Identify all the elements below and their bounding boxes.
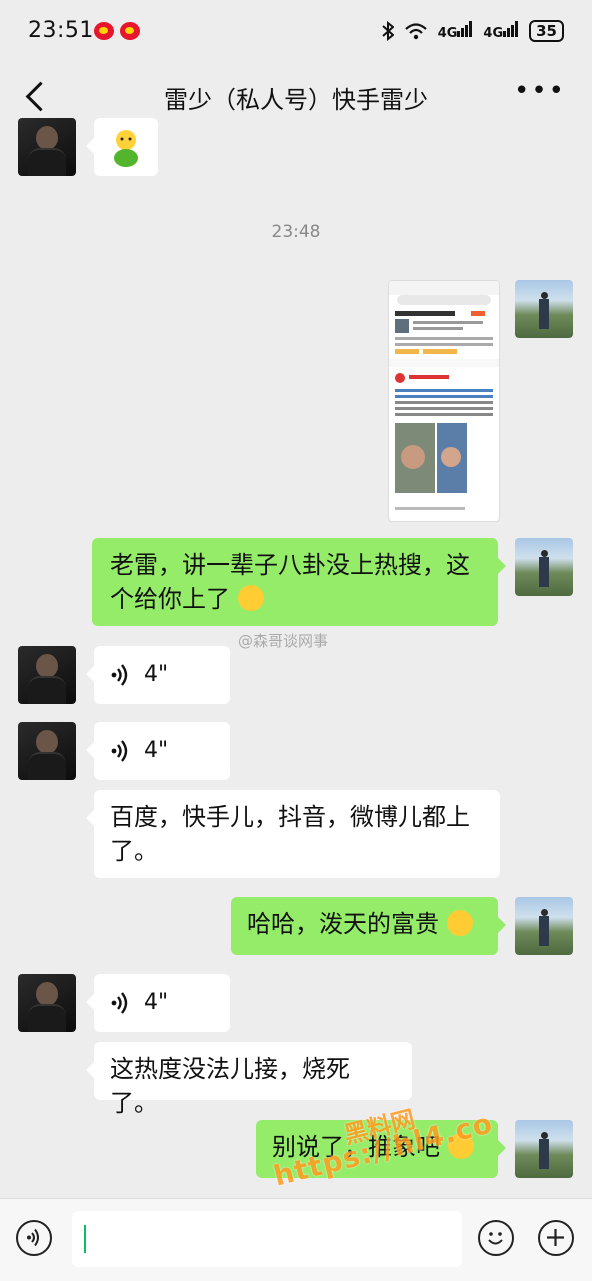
contact-avatar[interactable] <box>18 974 76 1032</box>
cell-signal-1: 4G <box>438 21 474 41</box>
bluetooth-icon <box>382 21 394 41</box>
voice-wave-icon <box>111 664 128 686</box>
weibo-notification-icon <box>120 22 140 40</box>
text-message[interactable]: 老雷，讲一辈子八卦没上热搜，这个给你上了 <box>92 538 506 626</box>
voice-input-button[interactable] <box>16 1220 52 1256</box>
screenshot-thumbnail <box>389 281 499 510</box>
chat-title: 雷少（私人号）快手雷少 <box>164 86 428 114</box>
message-input[interactable] <box>72 1211 462 1267</box>
my-avatar[interactable] <box>515 280 573 338</box>
contact-avatar[interactable] <box>18 646 76 704</box>
clock: 23:51 <box>28 18 94 43</box>
sticker-message[interactable] <box>86 118 158 176</box>
laughing-tears-emoji-icon <box>446 910 473 936</box>
text-message[interactable]: 哈哈，泼天的富贵 <box>231 897 506 955</box>
voice-duration: 4" <box>144 662 169 687</box>
message-timestamp: 23:48 <box>271 222 321 242</box>
text-message[interactable]: 这热度没法儿接，烧死了。 <box>86 1042 412 1117</box>
status-bar: 23:51 4G 4G 35 <box>0 0 592 68</box>
voice-wave-icon <box>111 740 128 762</box>
contact-avatar[interactable] <box>18 118 76 176</box>
smiley-icon <box>488 1232 503 1245</box>
weibo-watermark: @森哥谈网事 <box>238 632 329 650</box>
more-options-icon[interactable]: ••• <box>514 78 566 104</box>
battery-indicator: 35 <box>529 20 564 42</box>
voice-wave-icon <box>111 992 128 1014</box>
voice-message[interactable]: 4" <box>86 974 230 1032</box>
voice-wave-icon <box>27 1228 39 1247</box>
input-bar <box>0 1198 592 1281</box>
emoji-button[interactable] <box>478 1220 514 1256</box>
cell-signal-2: 4G <box>483 21 519 41</box>
text-caret <box>84 1225 86 1253</box>
status-icons: 4G 4G 35 <box>382 20 564 42</box>
text-message[interactable]: 百度，快手儿，抖音，微博儿都上了。 <box>86 790 500 878</box>
voice-message[interactable]: 4" <box>86 646 230 704</box>
wifi-icon <box>404 23 427 40</box>
teary-face-emoji-icon <box>237 585 264 611</box>
weibo-notification-icon <box>94 22 114 40</box>
my-avatar[interactable] <box>515 897 573 955</box>
contact-avatar[interactable] <box>18 722 76 780</box>
green-figure-sticker-icon <box>114 130 138 167</box>
chat-header: 雷少（私人号）快手雷少 ••• <box>0 68 592 128</box>
my-avatar[interactable] <box>515 538 573 596</box>
plus-icon <box>547 1229 564 1246</box>
image-message[interactable] <box>388 280 500 522</box>
voice-message[interactable]: 4" <box>86 722 230 780</box>
more-functions-button[interactable] <box>538 1220 574 1256</box>
voice-duration: 4" <box>144 990 169 1015</box>
voice-duration: 4" <box>144 738 169 763</box>
